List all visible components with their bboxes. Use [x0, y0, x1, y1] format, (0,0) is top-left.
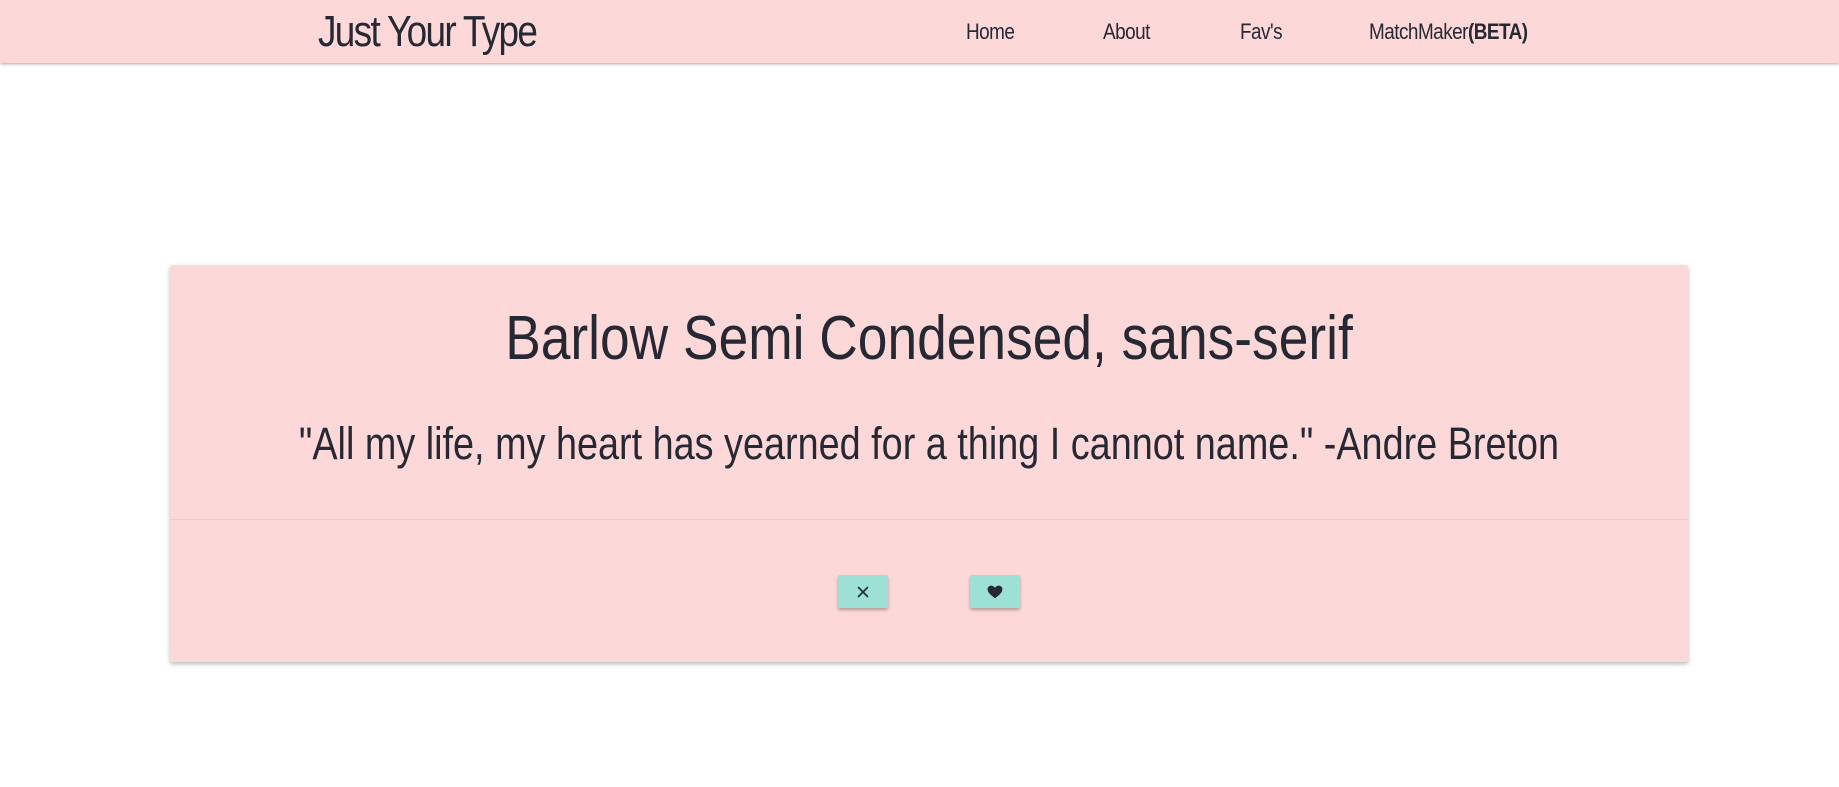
nav-matchmaker-link[interactable]: MatchMaker(BETA) [1369, 18, 1528, 46]
font-card: Barlow Semi Condensed, sans-serif "All m… [170, 265, 1688, 662]
card-divider [170, 519, 1688, 520]
nav-home-link[interactable]: Home [966, 18, 1015, 46]
brand-title[interactable]: Just Your Type [318, 4, 538, 60]
like-button[interactable] [970, 575, 1020, 608]
sample-quote: "All my life, my heart has yearned for a… [298, 418, 1560, 469]
nav-matchmaker-label: MatchMaker [1369, 19, 1468, 44]
nav-matchmaker-beta-badge: (BETA) [1467, 19, 1528, 44]
nav-about-link[interactable]: About [1103, 18, 1150, 46]
heart-icon [987, 585, 1003, 599]
navbar: Just Your Type Home About Fav's MatchMak… [0, 0, 1839, 63]
font-name-title: Barlow Semi Condensed, sans-serif [505, 304, 1353, 373]
close-icon [857, 586, 869, 598]
reject-button[interactable] [838, 575, 888, 608]
nav-favs-link[interactable]: Fav's [1240, 18, 1283, 46]
